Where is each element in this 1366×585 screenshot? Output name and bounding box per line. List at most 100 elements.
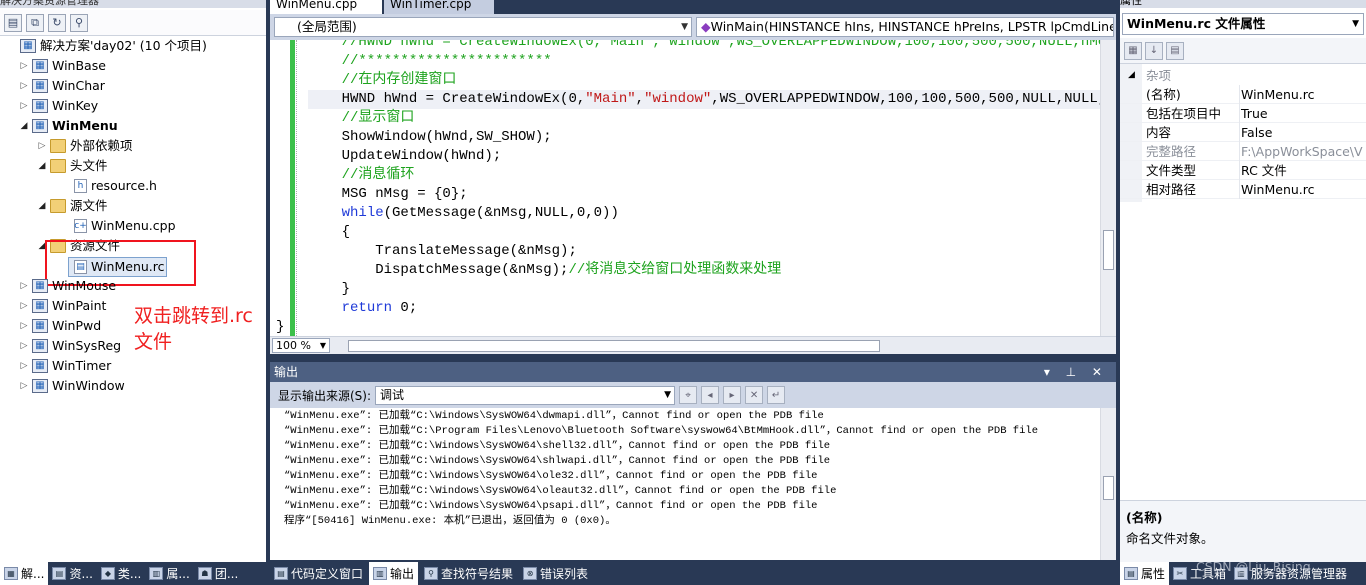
tab-properties[interactable]: ▤ 属性 bbox=[1120, 562, 1170, 585]
editor-vertical-scrollbar[interactable] bbox=[1100, 40, 1116, 336]
output-line: 程序“[50416] WinMenu.exe: 本机”已退出，返回值为 0 (0… bbox=[284, 515, 616, 527]
description-text: 命名文件对象。 bbox=[1126, 531, 1214, 546]
code-editor[interactable]: //HWND hWnd = CreateWindowEx(0,"Main","w… bbox=[270, 40, 1116, 336]
categorized-icon[interactable]: ▦ bbox=[1124, 41, 1142, 60]
property-description: (名称) 命名文件对象。 bbox=[1120, 500, 1366, 562]
property-row[interactable]: 包括在项目中 True bbox=[1120, 104, 1366, 123]
tab-winmenu-cpp[interactable]: WinMenu.cpp bbox=[270, 0, 382, 14]
outline-margin bbox=[296, 40, 303, 336]
tree-ext-deps[interactable]: ▷ 外部依赖项 bbox=[36, 136, 133, 156]
tree-project-winmouse[interactable]: ▷ ▦ WinMouse bbox=[18, 276, 116, 296]
property-pages-icon[interactable]: ▤ bbox=[1166, 41, 1184, 60]
tree-project-winbase[interactable]: ▷ ▦ WinBase bbox=[18, 56, 106, 76]
solution-node[interactable]: ▦ 解决方案'day02' (10 个项目) bbox=[18, 36, 207, 56]
expand-arrow-icon[interactable]: ▷ bbox=[18, 276, 30, 296]
expand-arrow-icon[interactable]: ▷ bbox=[18, 96, 30, 116]
project-icon: ▦ bbox=[32, 79, 48, 93]
function-dropdown[interactable]: ◆WinMain(HINSTANCE hIns, HINSTANCE hPreI… bbox=[696, 17, 1114, 37]
tree-file-winmenu-cpp[interactable]: c+ WinMenu.cpp bbox=[60, 216, 176, 236]
editor-gutter bbox=[270, 40, 290, 336]
view-class-diagram-icon[interactable]: ⚲ bbox=[70, 13, 88, 32]
property-row[interactable]: 相对路径 WinMenu.rc bbox=[1120, 180, 1366, 199]
expand-arrow-icon[interactable]: ▷ bbox=[18, 76, 30, 96]
code-line: HWND hWnd = CreateWindowEx(0,"Main","win… bbox=[308, 90, 1116, 109]
tab-code-definition[interactable]: ▤ 代码定义窗口 bbox=[270, 562, 367, 585]
output-source-select[interactable]: 调试 ▼ bbox=[375, 385, 676, 405]
collapse-arrow-icon[interactable]: ◢ bbox=[1128, 66, 1135, 85]
method-icon: ◆ bbox=[701, 19, 711, 34]
tab-wintimer-cpp[interactable]: WinTimer.cpp bbox=[384, 0, 494, 14]
project-icon: ▦ bbox=[32, 359, 48, 373]
panel-window-controls[interactable]: ▾ ⊥ ✕ bbox=[1044, 362, 1108, 382]
expand-arrow-icon[interactable]: ▷ bbox=[18, 376, 30, 396]
expand-arrow-icon[interactable]: ▷ bbox=[18, 316, 30, 336]
expand-arrow-icon[interactable]: ▷ bbox=[36, 136, 48, 156]
file-label: resource.h bbox=[91, 178, 157, 193]
property-value: WinMenu.rc bbox=[1239, 180, 1366, 199]
zoom-dropdown[interactable]: 100 % ▼ bbox=[272, 338, 330, 353]
collapse-arrow-icon[interactable]: ◢ bbox=[18, 116, 30, 136]
code-line: while(GetMessage(&nMsg,NULL,0,0)) bbox=[308, 204, 619, 223]
tab-error-list[interactable]: ⊗ 错误列表 bbox=[519, 562, 592, 585]
tab-label: 输出 bbox=[390, 567, 415, 581]
tree-headers-folder[interactable]: ◢ 头文件 bbox=[36, 156, 108, 176]
tree-project-winkey[interactable]: ▷ ▦ WinKey bbox=[18, 96, 98, 116]
project-icon: ▦ bbox=[32, 59, 48, 73]
tree-project-wintimer[interactable]: ▷ ▦ WinTimer bbox=[18, 356, 111, 376]
collapse-arrow-icon[interactable]: ◢ bbox=[36, 156, 48, 176]
folder-icon bbox=[50, 139, 66, 153]
expand-arrow-icon[interactable]: ▷ bbox=[18, 56, 30, 76]
property-row[interactable]: 文件类型 RC 文件 bbox=[1120, 161, 1366, 180]
output-text-area[interactable]: “WinMenu.exe”: 已加载“C:\Windows\SysWOW64\d… bbox=[270, 408, 1116, 560]
tab-solution-explorer[interactable]: ▦ 解... bbox=[0, 562, 49, 585]
tree-project-winsysreg[interactable]: ▷ ▦ WinSysReg bbox=[18, 336, 121, 356]
tab-property-manager[interactable]: ▥ 属... bbox=[145, 562, 193, 585]
project-label: WinSysReg bbox=[52, 338, 122, 353]
tab-find-symbol-results[interactable]: ⚲ 查找符号结果 bbox=[420, 562, 517, 585]
tree-project-winmenu[interactable]: ◢ ▦ WinMenu bbox=[18, 116, 118, 136]
tree-project-winwindow[interactable]: ▷ ▦ WinWindow bbox=[18, 376, 125, 396]
property-value: False bbox=[1239, 123, 1366, 142]
next-message-icon[interactable]: ▸ bbox=[723, 386, 742, 404]
output-vertical-scrollbar[interactable] bbox=[1100, 408, 1116, 560]
tree-file-resource-h[interactable]: h resource.h bbox=[60, 176, 157, 196]
show-all-files-icon[interactable]: ⧉ bbox=[26, 13, 44, 32]
property-category[interactable]: ◢ 杂项 bbox=[1120, 66, 1366, 85]
expand-arrow-icon[interactable]: ▷ bbox=[18, 356, 30, 376]
tab-label: 查找符号结果 bbox=[441, 567, 514, 581]
collapse-arrow-icon[interactable]: ◢ bbox=[36, 196, 48, 216]
properties-icon[interactable]: ▤ bbox=[4, 13, 22, 32]
tab-resource-view[interactable]: ▤ 资... bbox=[48, 562, 96, 585]
alphabetical-sort-icon[interactable]: ↓ bbox=[1145, 41, 1163, 60]
expand-arrow-icon[interactable]: ▷ bbox=[18, 296, 30, 316]
editor-status-bar: 100 % ▼ bbox=[270, 336, 1116, 354]
refresh-icon[interactable]: ↻ bbox=[48, 13, 66, 32]
property-row[interactable]: (名称) WinMenu.rc bbox=[1120, 85, 1366, 104]
property-row[interactable]: 内容 False bbox=[1120, 123, 1366, 142]
properties-object-select[interactable]: WinMenu.rc 文件属性 ▼ bbox=[1122, 13, 1364, 35]
tree-project-winpwd[interactable]: ▷ ▦ WinPwd bbox=[18, 316, 101, 336]
code-line: } bbox=[276, 319, 285, 335]
code-line: //在内存创建窗口 bbox=[308, 72, 457, 88]
clear-all-icon[interactable]: ✕ bbox=[745, 386, 764, 404]
output-toolbar: 显示输出来源(S): 调试 ▼ ⌖ ◂ ▸ ✕ ↵ bbox=[270, 382, 1116, 408]
tree-project-winchar[interactable]: ▷ ▦ WinChar bbox=[18, 76, 105, 96]
previous-message-icon[interactable]: ◂ bbox=[701, 386, 720, 404]
string-literal: "window" bbox=[644, 91, 712, 107]
tree-project-winpaint[interactable]: ▷ ▦ WinPaint bbox=[18, 296, 106, 316]
tab-output[interactable]: ▥ 输出 bbox=[369, 562, 419, 585]
scope-dropdown[interactable]: (全局范围) ▼ bbox=[274, 17, 692, 37]
property-row[interactable]: 完整路径 F:\AppWorkSpace\V bbox=[1120, 142, 1366, 161]
project-label: WinTimer bbox=[52, 358, 112, 373]
property-key: 内容 bbox=[1146, 125, 1172, 140]
scrollbar-thumb[interactable] bbox=[1103, 230, 1114, 270]
find-message-icon[interactable]: ⌖ bbox=[679, 386, 698, 404]
tab-team-explorer[interactable]: ☗ 团... bbox=[194, 562, 242, 585]
tree-sources-folder[interactable]: ◢ 源文件 bbox=[36, 196, 108, 216]
tab-class-view[interactable]: ◆ 类... bbox=[97, 562, 145, 585]
expand-arrow-icon[interactable]: ▷ bbox=[18, 336, 30, 356]
scrollbar-thumb[interactable] bbox=[1103, 476, 1114, 500]
output-line: “WinMenu.exe”: 已加载“C:\Windows\SysWOW64\o… bbox=[284, 470, 818, 482]
horizontal-scrollbar-thumb[interactable] bbox=[348, 340, 880, 352]
word-wrap-icon[interactable]: ↵ bbox=[767, 386, 786, 404]
